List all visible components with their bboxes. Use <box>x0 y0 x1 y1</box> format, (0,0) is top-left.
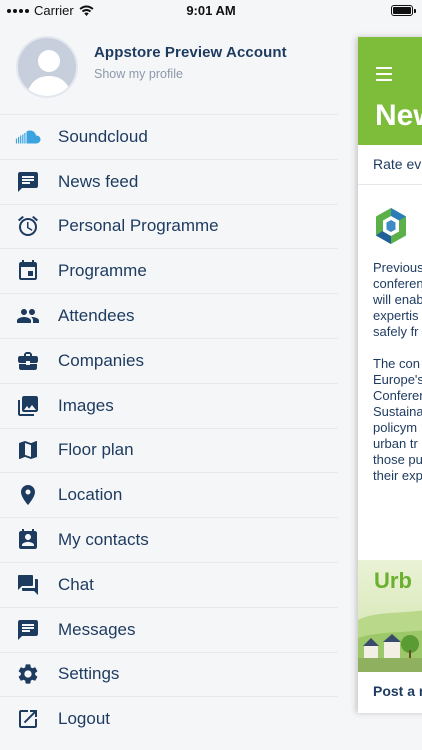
menu-item-news-feed[interactable]: News feed <box>0 158 338 204</box>
menu-item-programme[interactable]: Programme <box>0 248 338 293</box>
post-body-text: Previous conferen will enab expertis saf… <box>373 260 422 483</box>
menu-item-label: Chat <box>58 574 94 594</box>
menu-item-label: Programme <box>58 261 147 281</box>
gear-icon <box>0 662 58 686</box>
logout-icon <box>0 707 58 731</box>
alarm-clock-icon <box>0 214 58 238</box>
battery-icon <box>391 5 416 16</box>
menu-item-personal-programme[interactable]: Personal Programme <box>0 203 338 249</box>
people-icon <box>0 304 58 328</box>
menu-item-label: Logout <box>58 709 110 729</box>
menu-item-label: Attendees <box>58 306 135 326</box>
status-time: 9:01 AM <box>186 3 236 18</box>
page-title: New <box>375 99 422 132</box>
menu-item-label: News feed <box>58 171 139 191</box>
menu-item-attendees[interactable]: Attendees <box>0 293 338 338</box>
navigation-drawer: Appstore Preview Account Show my profile… <box>0 22 338 750</box>
status-bar: Carrier 9:01 AM <box>0 0 422 22</box>
menu-item-soundcloud[interactable]: Soundcloud <box>0 114 338 159</box>
post-a-message-link[interactable]: Post a n <box>373 683 422 699</box>
avatar[interactable] <box>16 36 78 98</box>
menu-item-floor-plan[interactable]: Floor plan <box>0 427 338 473</box>
banner-illustration-icon <box>358 610 422 672</box>
menu-item-companies[interactable]: Companies <box>0 337 338 383</box>
hamburger-menu-icon[interactable] <box>376 67 392 81</box>
profile-header[interactable]: Appstore Preview Account Show my profile <box>0 22 338 114</box>
profile-name: Appstore Preview Account <box>94 44 287 61</box>
avatar-silhouette-icon <box>26 50 72 96</box>
soundcloud-icon <box>0 130 58 144</box>
menu-item-location[interactable]: Location <box>0 472 338 517</box>
menu-item-chat[interactable]: Chat <box>0 561 338 607</box>
menu-item-label: My contacts <box>58 530 149 550</box>
post-banner-image[interactable]: Urb <box>358 560 422 672</box>
briefcase-icon <box>0 349 58 373</box>
news-feed-icon <box>0 170 58 194</box>
menu-item-label: Location <box>58 485 123 505</box>
menu-item-images[interactable]: Images <box>0 382 338 428</box>
images-icon <box>0 394 58 418</box>
menu-item-my-contacts[interactable]: My contacts <box>0 517 338 562</box>
menu-item-label: Soundcloud <box>58 126 148 146</box>
calendar-icon <box>0 259 58 283</box>
content-peek[interactable]: New Rate ev Previous conferen will enab … <box>358 37 422 713</box>
menu-item-label: Personal Programme <box>58 216 219 236</box>
menu-item-messages[interactable]: Messages <box>0 606 338 652</box>
map-icon <box>0 438 58 462</box>
news-header: New <box>358 37 422 145</box>
chat-icon <box>0 573 58 597</box>
menu-item-label: Settings <box>58 664 120 684</box>
menu-item-settings[interactable]: Settings <box>0 651 338 697</box>
show-profile-link[interactable]: Show my profile <box>94 67 183 81</box>
menu-item-label: Messages <box>58 619 136 639</box>
menu-item-label: Images <box>58 395 114 415</box>
rate-event-link[interactable]: Rate ev <box>358 145 422 185</box>
contacts-icon <box>0 528 58 552</box>
location-pin-icon <box>0 483 58 507</box>
drawer-menu: Soundcloud News feed Personal Programme … <box>0 114 338 741</box>
menu-item-logout[interactable]: Logout <box>0 696 338 741</box>
messages-icon <box>0 618 58 642</box>
menu-item-label: Floor plan <box>58 440 134 460</box>
menu-item-label: Companies <box>58 350 144 370</box>
organizer-logo-icon <box>376 208 406 244</box>
